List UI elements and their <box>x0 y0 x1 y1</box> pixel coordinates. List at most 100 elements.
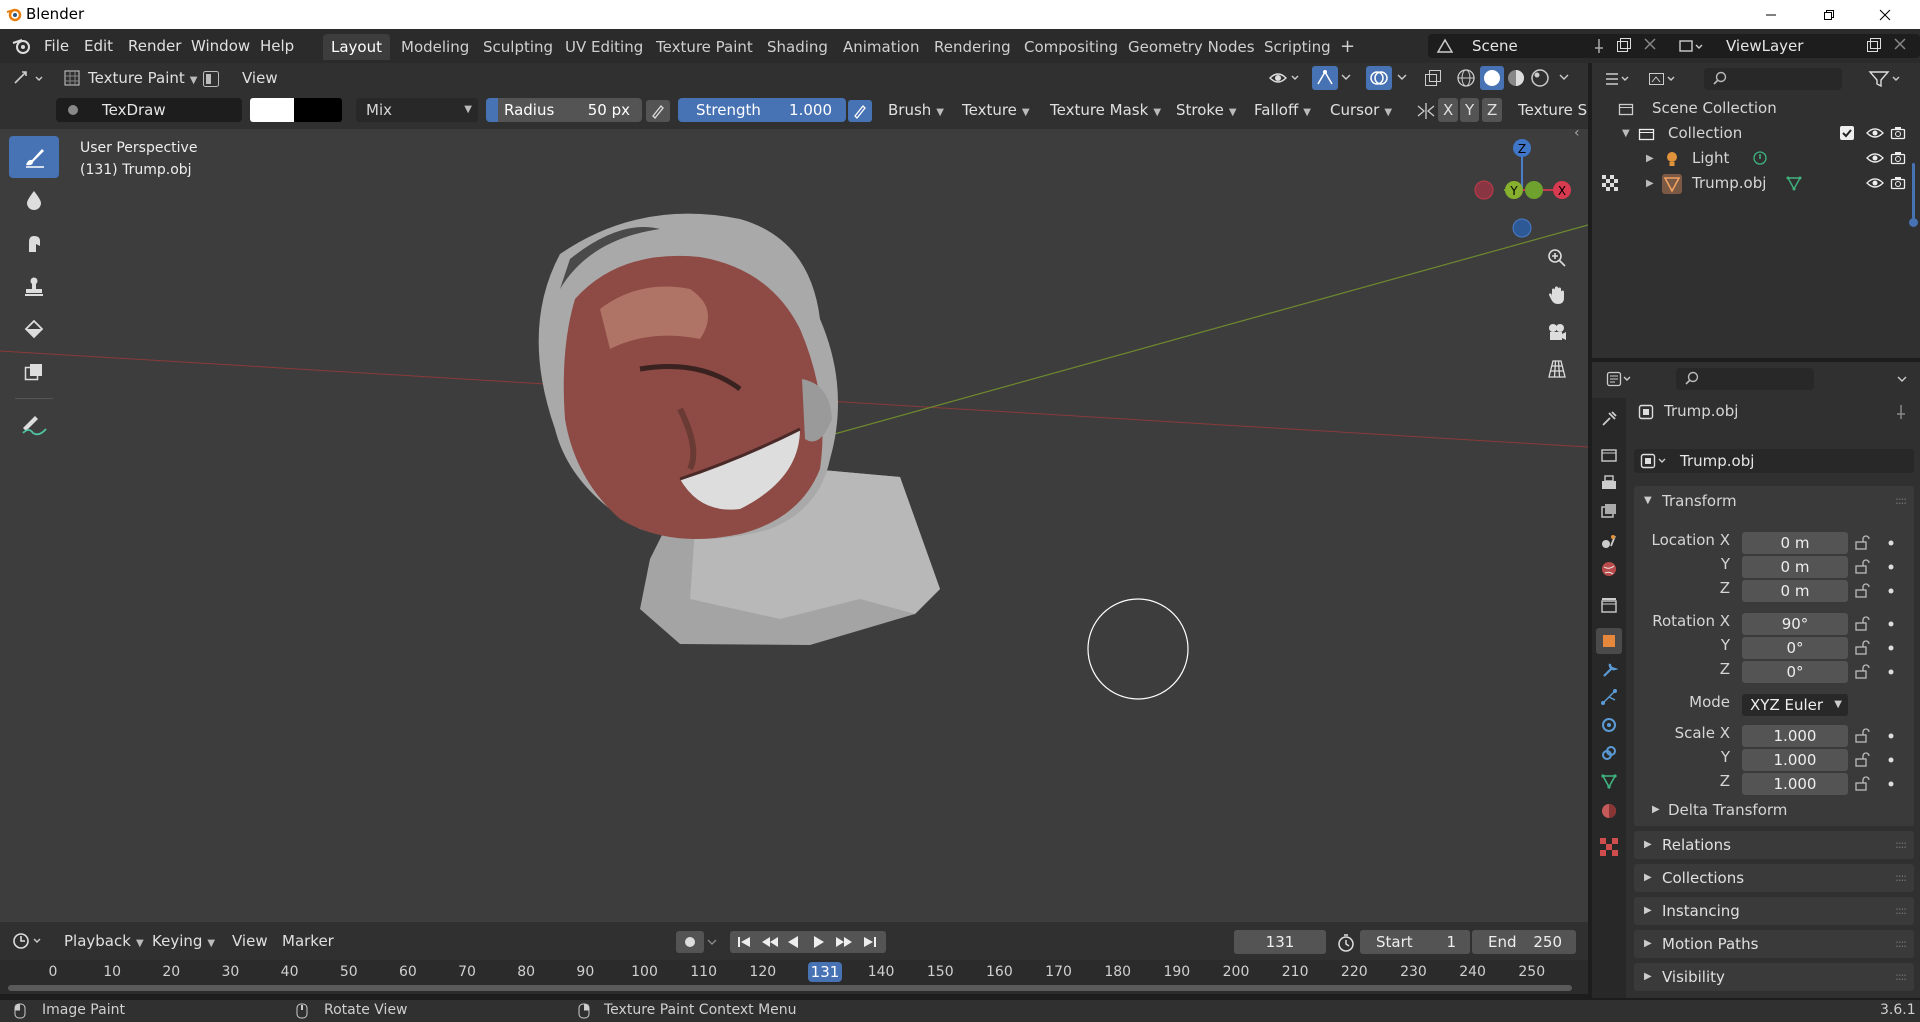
gizmo-dropdown-icon[interactable] <box>1340 70 1352 84</box>
timeline-scrollbar[interactable] <box>8 985 1572 991</box>
secondary-color-swatch[interactable] <box>294 98 342 122</box>
view-layer-selector[interactable]: ViewLayer <box>1672 34 1920 58</box>
properties-search-input[interactable] <box>1676 368 1814 390</box>
view-layer-tab-icon[interactable] <box>1596 498 1622 524</box>
properties-editor-icon[interactable] <box>1606 371 1636 387</box>
add-workspace-plus-icon[interactable]: + <box>1332 34 1363 60</box>
tab-geometry-nodes[interactable]: Geometry Nodes <box>1120 34 1263 60</box>
options-chevron-down-icon[interactable] <box>1896 373 1908 385</box>
keyframe-dot-icon[interactable] <box>1888 733 1894 739</box>
mask-tool-button[interactable] <box>9 351 59 393</box>
autokey-record-icon[interactable] <box>676 931 704 953</box>
lock-icon[interactable] <box>1854 583 1870 599</box>
delete-view-layer-icon[interactable] <box>1894 38 1906 50</box>
editor-type-icon[interactable] <box>12 69 48 87</box>
marker-menu[interactable]: Marker <box>276 929 340 953</box>
radius-slider[interactable]: Radius 50 px <box>486 98 642 122</box>
texture-menu[interactable]: Texture ▼ <box>956 98 1036 122</box>
scale-z-field[interactable]: 1.000 <box>1742 773 1848 795</box>
constraints-tab-icon[interactable] <box>1596 740 1622 766</box>
delete-scene-icon[interactable] <box>1644 38 1656 50</box>
material-tab-icon[interactable] <box>1596 798 1622 824</box>
close-button[interactable] <box>1862 0 1908 29</box>
annotate-tool-button[interactable] <box>9 404 59 446</box>
tab-texture-paint[interactable]: Texture Paint <box>648 34 761 60</box>
lock-icon[interactable] <box>1854 752 1870 768</box>
collections-panel[interactable]: ▶ Collections:::: <box>1634 864 1914 892</box>
lock-icon[interactable] <box>1854 559 1870 575</box>
rotation-y-field[interactable]: 0° <box>1742 637 1848 659</box>
overlays-dropdown-icon[interactable] <box>1396 70 1408 84</box>
primary-color-swatch[interactable] <box>250 98 294 122</box>
timeline-view-menu[interactable]: View <box>226 929 274 953</box>
blender-menu-icon[interactable] <box>12 37 32 55</box>
slot-toggle-icon[interactable] <box>202 70 220 88</box>
3d-viewport[interactable]: User Perspective (131) Trump.obj Z X Y ‹ <box>0 129 1588 922</box>
prev-keyframe-icon[interactable] <box>760 935 780 949</box>
overlays-toggle-icon[interactable] <box>1366 66 1392 90</box>
motion-paths-panel[interactable]: ▶ Motion Paths:::: <box>1634 930 1914 958</box>
mesh-data-icon[interactable] <box>1786 175 1802 191</box>
drag-handle-icon[interactable]: :::: <box>1895 897 1907 925</box>
preview-range-clock-icon[interactable] <box>1336 933 1356 953</box>
stroke-menu[interactable]: Stroke ▼ <box>1170 98 1243 122</box>
keying-dropdown-icon[interactable] <box>706 936 718 948</box>
maximize-button[interactable] <box>1806 0 1852 29</box>
collection-tab-icon[interactable] <box>1596 592 1622 618</box>
eye-icon[interactable] <box>1866 176 1884 190</box>
keyframe-dot-icon[interactable] <box>1888 588 1894 594</box>
keyframe-dot-icon[interactable] <box>1888 645 1894 651</box>
new-scene-icon[interactable] <box>1616 37 1632 53</box>
menu-edit[interactable]: Edit <box>80 35 117 57</box>
mirror-y-toggle[interactable]: Y <box>1460 98 1480 122</box>
scale-y-field[interactable]: 1.000 <box>1742 749 1848 771</box>
filter-icon[interactable] <box>1868 70 1902 88</box>
tab-uv-editing[interactable]: UV Editing <box>557 34 651 60</box>
location-z-field[interactable]: 0 m <box>1742 580 1848 602</box>
end-frame-field[interactable]: End 250 <box>1472 930 1576 954</box>
transform-panel-header[interactable]: ▼ Transform :::: <box>1634 486 1914 516</box>
playhead-frame-indicator[interactable]: 131 <box>808 962 842 982</box>
navigation-gizmo[interactable]: Z X Y <box>1470 129 1580 249</box>
camera-render-icon[interactable] <box>1890 150 1906 166</box>
visibility-dropdown-icon[interactable] <box>1268 68 1302 88</box>
tab-rendering[interactable]: Rendering <box>926 34 1019 60</box>
keyframe-dot-icon[interactable] <box>1888 540 1894 546</box>
drag-handle-icon[interactable]: :::: <box>1895 864 1907 892</box>
drag-handle-icon[interactable]: :::: <box>1895 831 1907 859</box>
object-name-field[interactable]: Trump.obj <box>1634 449 1914 473</box>
jump-end-icon[interactable] <box>862 935 878 949</box>
keying-menu[interactable]: Keying ▼ <box>146 929 221 953</box>
outliner-scroll-handle[interactable] <box>1909 218 1918 227</box>
camera-view-icon[interactable] <box>1542 317 1572 347</box>
lock-icon[interactable] <box>1854 616 1870 632</box>
expand-arrow-icon[interactable]: ▶ <box>1646 171 1654 196</box>
camera-render-icon[interactable] <box>1890 175 1906 191</box>
mirror-z-toggle[interactable]: Z <box>1482 98 1503 122</box>
cursor-menu[interactable]: Cursor ▼ <box>1324 98 1398 122</box>
outliner-collection[interactable]: ▼ Collection <box>1592 121 1920 146</box>
tab-scripting[interactable]: Scripting <box>1256 34 1339 60</box>
lock-icon[interactable] <box>1854 776 1870 792</box>
menu-window[interactable]: Window <box>187 35 254 57</box>
jump-start-icon[interactable] <box>736 935 752 949</box>
modifier-tab-icon[interactable] <box>1596 656 1622 682</box>
current-frame-field[interactable]: 131 <box>1234 930 1326 954</box>
location-y-field[interactable]: 0 m <box>1742 556 1848 578</box>
world-tab-icon[interactable] <box>1596 556 1622 582</box>
tab-animation[interactable]: Animation <box>835 34 927 60</box>
sidebar-toggle-icon[interactable]: ‹ <box>1574 129 1580 141</box>
physics-tab-icon[interactable] <box>1596 712 1622 738</box>
scene-tab-icon[interactable] <box>1596 528 1622 554</box>
drag-handle-icon[interactable]: :::: <box>1895 930 1907 958</box>
rotation-mode-dropdown[interactable]: XYZ Euler ▼ <box>1742 694 1848 716</box>
object-tab-icon[interactable] <box>1596 628 1622 654</box>
texture-tab-icon[interactable] <box>1596 834 1622 860</box>
keyframe-dot-icon[interactable] <box>1888 669 1894 675</box>
brush-menu[interactable]: Brush ▼ <box>882 98 950 122</box>
tool-tab-icon[interactable] <box>1596 406 1622 432</box>
clone-tool-button[interactable] <box>9 265 59 307</box>
radius-pressure-icon[interactable] <box>646 100 670 122</box>
shading-rendered-icon[interactable] <box>1530 68 1550 88</box>
smear-tool-button[interactable] <box>9 222 59 264</box>
